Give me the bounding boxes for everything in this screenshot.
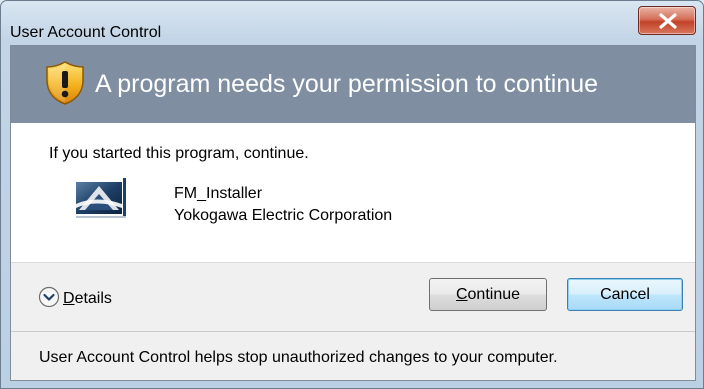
program-icon bbox=[76, 178, 126, 218]
publisher-name: Yokogawa Electric Corporation bbox=[174, 207, 393, 224]
cancel-button[interactable]: Cancel bbox=[567, 278, 683, 311]
close-button[interactable] bbox=[638, 6, 696, 35]
close-icon bbox=[659, 13, 677, 29]
footer: User Account Control helps stop unauthor… bbox=[11, 331, 695, 380]
action-bar: Details Continue Cancel bbox=[11, 262, 695, 331]
banner-heading: A program needs your permission to conti… bbox=[95, 70, 599, 98]
dialog-client-area: A program needs your permission to conti… bbox=[10, 45, 696, 381]
details-accesskey: D bbox=[63, 290, 75, 307]
uac-dialog-window: User Account Control A program needs you… bbox=[0, 0, 704, 389]
program-name: FM_Installer bbox=[174, 185, 263, 202]
footer-text: User Account Control helps stop unauthor… bbox=[39, 349, 558, 366]
continue-label: ontinue bbox=[467, 286, 521, 303]
continue-accesskey: C bbox=[455, 286, 468, 303]
chevron-down-icon[interactable] bbox=[38, 286, 60, 308]
title-bar[interactable]: User Account Control bbox=[1, 1, 703, 41]
window-title: User Account Control bbox=[10, 24, 162, 41]
continue-button[interactable]: Continue bbox=[429, 278, 547, 311]
content-area: If you started this program, continue. F… bbox=[11, 123, 695, 262]
details-label: etails bbox=[74, 290, 112, 307]
details-toggle[interactable]: Details bbox=[63, 290, 112, 308]
shield-warning-icon bbox=[46, 61, 84, 105]
prompt-text: If you started this program, continue. bbox=[49, 145, 309, 162]
banner: A program needs your permission to conti… bbox=[11, 46, 695, 123]
